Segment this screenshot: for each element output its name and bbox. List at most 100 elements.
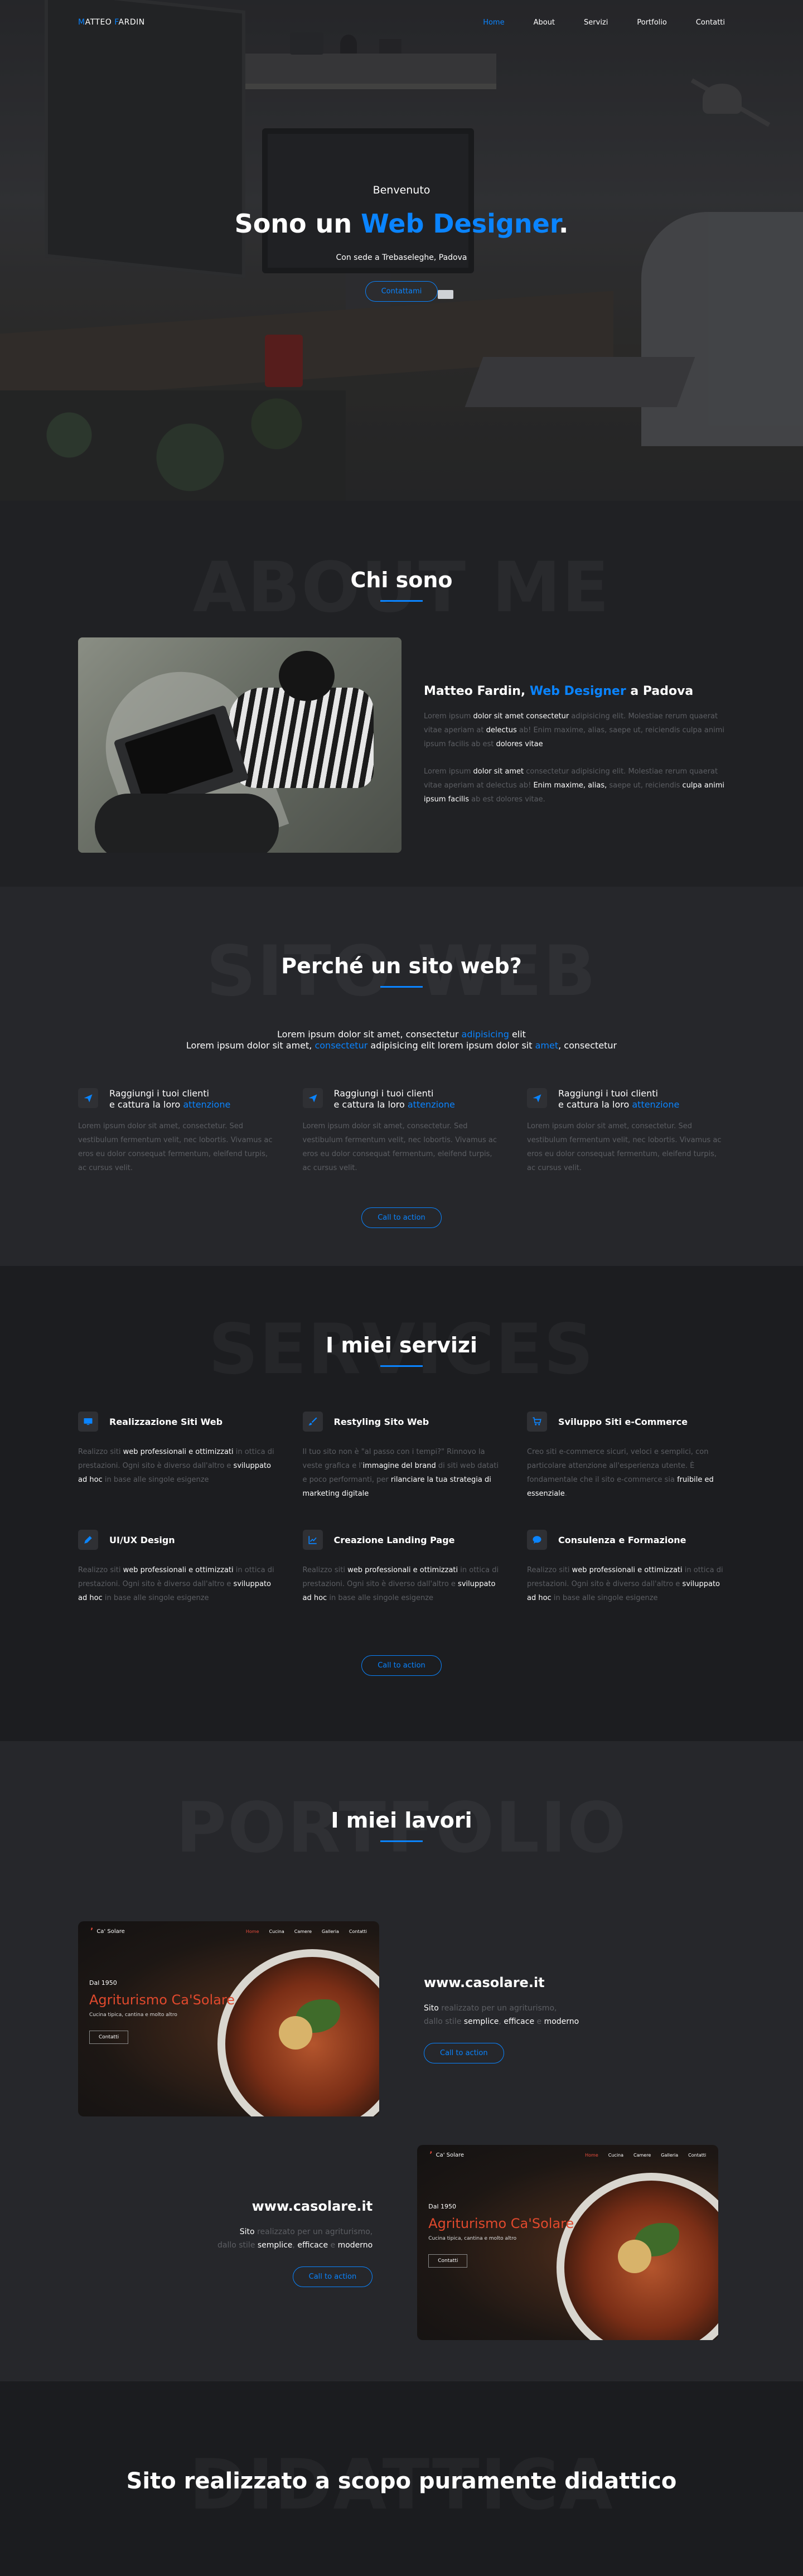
hero-content: Benvenuto Sono un Web Designer. Con sede… — [0, 184, 803, 302]
project-description: Sito realizzato per un agriturismo, dallo… — [217, 2225, 373, 2252]
about-title: Chi sono — [350, 568, 453, 592]
mock-since: Dal 1950 — [89, 1979, 117, 1987]
nav-item-home[interactable]: Home — [483, 18, 504, 27]
paper-plane-icon — [78, 1088, 98, 1108]
service-title: Sviluppo Siti e-Commerce — [558, 1416, 688, 1427]
hero-title-prefix: Sono un — [234, 209, 361, 239]
project-info: www.casolare.it Sito realizzato per un a… — [217, 2198, 373, 2287]
project-screenshot[interactable]: ʼ Ca' Solare Home Cucina Camere Galleria Cont… — [417, 2145, 719, 2340]
service-head: UI/UX Design — [78, 1530, 276, 1550]
site-logo[interactable]: MATTEO FARDIN — [78, 18, 145, 27]
why-column: Raggiungi i tuoi clienti e cattura la lor… — [302, 1088, 501, 1175]
text-span: , — [499, 2017, 504, 2026]
nav-item-about[interactable]: About — [534, 18, 555, 27]
pen-icon — [78, 1530, 98, 1550]
about-paragraph-1: Lorem ipsum dolor sit amet consectetur a… — [424, 709, 725, 751]
text-span: ab est dolores vitae. — [468, 795, 545, 804]
mock-button: Contatti — [428, 2254, 468, 2268]
project-screenshot[interactable]: ʼ Ca' Solare Home Cucina Camere Galleria Cont… — [78, 1921, 379, 2116]
text-span: dolores vitae — [496, 740, 543, 748]
text-span: adipisicing — [461, 1029, 509, 1040]
brush-icon — [302, 1412, 323, 1432]
service-title: UI/UX Design — [109, 1534, 175, 1545]
project-info: www.casolare.it Sito realizzato per un a… — [424, 1975, 579, 2063]
services-section: SERVICES I miei servizi Realizzazione Si… — [0, 1266, 803, 1741]
mock-tagline: Cucina tipica, cantina e molto altro — [428, 2236, 517, 2241]
text-span: Realizzo siti — [78, 1448, 123, 1456]
why-column-text: Lorem ipsum dolor sit amet, consectetur.… — [527, 1122, 722, 1172]
portfolio-project: www.casolare.it Sito realizzato per un a… — [217, 2145, 719, 2340]
project-url[interactable]: www.casolare.it — [424, 1975, 579, 1990]
text-span: Realizzo siti — [302, 1566, 348, 1574]
service-text: Il tuo sito non è "al passo con i tempi?… — [303, 1445, 501, 1501]
contact-button[interactable]: Contattami — [365, 281, 438, 302]
why-title: Perché un sito web? — [281, 954, 522, 978]
project-cta-button[interactable]: Call to action — [292, 2266, 373, 2287]
text-span: amet — [535, 1040, 559, 1051]
nav-item-servizi[interactable]: Servizi — [584, 18, 608, 27]
why-columns: Raggiungi i tuoi clienti e cattura la lor… — [0, 1088, 803, 1175]
text-span: dolor sit amet — [473, 767, 524, 776]
project-cta-button[interactable]: Call to action — [424, 2042, 504, 2063]
title-underline — [380, 986, 423, 988]
service-text: Realizzo siti web professionali e ottimi… — [78, 1563, 276, 1605]
service-head: Sviluppo Siti e-Commerce — [527, 1412, 725, 1432]
service-card-landing: Creazione Landing Page Realizzo siti web… — [302, 1530, 501, 1605]
logo-initial-f: F — [114, 18, 119, 27]
project-url[interactable]: www.casolare.it — [217, 2198, 373, 2214]
why-cta-button[interactable]: Call to action — [361, 1207, 442, 1228]
text-span: e cattura la loro — [333, 1099, 408, 1110]
about-heading-role: Web Designer — [529, 684, 626, 698]
hero-subtitle: Con sede a Trebaseleghe, Padova — [336, 253, 467, 262]
logo-part: ATTEO — [85, 18, 115, 27]
text-span: dallo stile — [424, 2017, 464, 2026]
why-column-text: Lorem ipsum dolor sit amet, consectetur.… — [78, 1122, 273, 1172]
services-cta-button[interactable]: Call to action — [361, 1655, 442, 1676]
mock-link: Camere — [294, 1929, 312, 1934]
didattica-title: Sito realizzato a scopo puramente didatt… — [126, 2468, 677, 2494]
project-description: Sito realizzato per un agriturismo, dallo… — [424, 2002, 579, 2028]
text-span: e — [534, 2017, 544, 2026]
nav-item-contatti[interactable]: Contatti — [696, 18, 725, 27]
paper-plane-icon — [527, 1088, 547, 1108]
text-span: semplice — [257, 2240, 293, 2250]
why-column: Raggiungi i tuoi clienti e cattura la lor… — [527, 1088, 725, 1175]
why-lead-line-1: Lorem ipsum dolor sit amet, consectetur … — [0, 1029, 803, 1040]
chat-icon — [527, 1530, 547, 1550]
text-span: semplice — [463, 2017, 499, 2026]
logo-initial-m: M — [78, 18, 85, 27]
service-head: Consulenza e Formazione — [527, 1530, 725, 1550]
didattica-section: DIDATTICA Sito realizzato a scopo purame… — [0, 2381, 803, 2576]
service-text: Realizzo siti web professionali e ottimi… — [78, 1445, 276, 1487]
service-head: Realizzazione Siti Web — [78, 1412, 276, 1432]
mock-nav: ʼ Ca' Solare Home Cucina Camere Galleria Cont… — [417, 2145, 718, 2165]
text-span: Lorem ipsum dolor sit amet, — [186, 1040, 315, 1051]
portfolio-title: I miei lavori — [331, 1808, 472, 1833]
mock-link: Cucina — [269, 1929, 284, 1934]
text-span: Raggiungi i tuoi clienti — [333, 1088, 434, 1099]
text-span: dallo stile — [217, 2240, 258, 2250]
why-column-text: Lorem ipsum dolor sit amet, consectetur.… — [302, 1122, 497, 1172]
text-span: delectus — [486, 726, 517, 734]
about-heading-place: a Padova — [626, 684, 694, 698]
text-span: Enim maxime, alias, — [533, 781, 607, 790]
chart-icon — [302, 1530, 323, 1550]
text-span: Lorem ipsum — [424, 767, 473, 776]
text-span: Lorem ipsum — [424, 712, 473, 721]
nav-item-portfolio[interactable]: Portfolio — [637, 18, 666, 27]
portfolio-project: ʼ Ca' Solare Home Cucina Camere Galleria Cont… — [78, 1921, 579, 2116]
why-column-title: Raggiungi i tuoi clienti e cattura la lor… — [334, 1088, 455, 1110]
service-head: Creazione Landing Page — [302, 1530, 501, 1550]
mock-name: Agriturismo Ca'Solare — [428, 2216, 574, 2231]
cart-icon — [527, 1412, 547, 1432]
text-span: in base alle singole esigenze — [327, 1594, 434, 1602]
mock-nav: ʼ Ca' Solare Home Cucina Camere Galleria Cont… — [78, 1921, 379, 1941]
text-span: Sito — [424, 2003, 439, 2013]
why-lead: Lorem ipsum dolor sit amet, consectetur … — [0, 1029, 803, 1051]
text-span: in base alle singole esigenze — [102, 1476, 209, 1484]
mock-links: Home Cucina Camere Galleria Contatti — [246, 1929, 367, 1934]
about-heading: Matteo Fardin, Web Designer a Padova — [424, 684, 725, 698]
service-title: Consulenza e Formazione — [558, 1534, 686, 1545]
text-span: Realizzo siti — [527, 1566, 572, 1574]
why-column-head: Raggiungi i tuoi clienti e cattura la lor… — [302, 1088, 501, 1110]
